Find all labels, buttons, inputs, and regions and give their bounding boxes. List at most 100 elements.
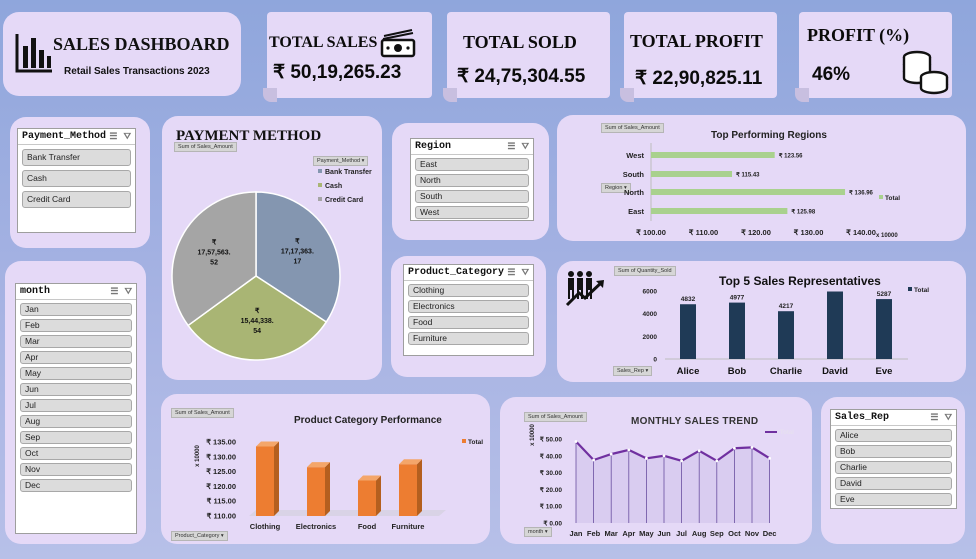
multi-select-icon[interactable]: ☰ (507, 268, 515, 278)
legend-label: Total (914, 287, 929, 294)
clear-filter-icon[interactable]: ⛛ (521, 142, 529, 152)
kpi-total-profit-value: ₹ 22,90,825.11 (635, 68, 763, 89)
slicer-header: Payment_Method ☰ ⛛ (18, 129, 135, 145)
slicer-item-month[interactable]: Jan (20, 303, 132, 316)
slicer-item-west[interactable]: West (415, 206, 529, 219)
sales-rep-slicer[interactable]: Sales_Rep ☰ ⛛ Alice Bob Charlie David Eve (830, 409, 957, 509)
trend-point (697, 449, 701, 453)
slicer-item-david[interactable]: David (835, 477, 952, 490)
region-data-label: ₹ 115.43 (736, 172, 760, 179)
slicer-item-electronics[interactable]: Electronics (408, 300, 529, 313)
category-label: Clothing (250, 522, 281, 531)
kpi-total-sold: TOTAL SOLD ₹ 24,75,304.55 (443, 12, 610, 102)
slicer-item-month[interactable]: Sep (20, 431, 132, 444)
month-slicer[interactable]: month ☰ ⛛ Jan Feb Mar Apr May Jun Jul Aug… (15, 283, 137, 534)
slicer-item-month[interactable]: Feb (20, 319, 132, 332)
slicer-item-eve[interactable]: Eve (835, 493, 952, 506)
category-bar (358, 480, 376, 516)
slicer-item-month[interactable]: Apr (20, 351, 132, 364)
slicer-item-furniture[interactable]: Furniture (408, 332, 529, 345)
slicer-item-charlie[interactable]: Charlie (835, 461, 952, 474)
slicer-item-credit-card[interactable]: Credit Card (22, 191, 131, 208)
panel-curl (620, 88, 634, 102)
slicer-item-month[interactable]: Jul (20, 399, 132, 412)
clear-filter-icon[interactable]: ⛛ (123, 132, 131, 142)
legend-swatch (318, 169, 322, 173)
region-category-label: West (626, 151, 644, 160)
slicer-item-month[interactable]: May (20, 367, 132, 380)
category-label: Food (358, 522, 377, 531)
multi-select-icon[interactable]: ☰ (507, 142, 515, 152)
trend-month-label: May (639, 529, 654, 538)
trend-month-label: Dec (763, 529, 777, 538)
dashboard-title: SALES DASHBOARD (53, 34, 230, 54)
category-tick-label: ₹ 125.00 (206, 467, 236, 476)
slicer-item-alice[interactable]: Alice (835, 429, 952, 442)
rep-category-label: Alice (677, 366, 700, 377)
category-tick-label: ₹ 120.00 (206, 482, 236, 491)
slicer-item-south[interactable]: South (415, 190, 529, 203)
slicer-title: Product_Category (408, 267, 505, 278)
slicer-item-food[interactable]: Food (408, 316, 529, 329)
trend-point (662, 454, 666, 458)
clear-filter-icon[interactable]: ⛛ (944, 413, 952, 423)
category-chart-panel: Sum of Sales_Amount Product Category Per… (161, 394, 490, 544)
region-data-label: ₹ 125.98 (791, 209, 815, 216)
legend-swatch (462, 439, 466, 443)
slicer-item-month[interactable]: Dec (20, 479, 132, 492)
slicer-item-cash[interactable]: Cash (22, 170, 131, 187)
dashboard-subtitle: Retail Sales Transactions 2023 (64, 66, 210, 77)
trend-point (680, 459, 683, 463)
trend-unit-label: x 10000 (530, 424, 536, 446)
region-tick-label: ₹ 120.00 (741, 228, 771, 237)
category-bar (256, 446, 274, 516)
trend-point (574, 440, 578, 443)
clear-filter-icon[interactable]: ⛛ (124, 287, 132, 297)
multi-select-icon[interactable]: ☰ (109, 132, 117, 142)
trend-month-label: Jan (570, 529, 583, 538)
rep-tick-label: 6000 (643, 289, 658, 296)
slicer-item-month[interactable]: Aug (20, 415, 132, 428)
slicer-item-bank-transfer[interactable]: Bank Transfer (22, 149, 131, 166)
slicer-item-month[interactable]: Mar (20, 335, 132, 348)
slicer-header: Sales_Rep ☰ ⛛ (831, 410, 956, 426)
legend-label: Cash (325, 183, 342, 190)
kpi-profit-pct-label: PROFIT (%) (807, 25, 910, 45)
region-slicer[interactable]: Region ☰ ⛛ East North South West (410, 138, 534, 221)
slicer-item-clothing[interactable]: Clothing (408, 284, 529, 297)
legend-label: Credit Card (325, 197, 363, 204)
payment-method-slicer[interactable]: Payment_Method ☰ ⛛ Bank Transfer Cash Cre… (17, 128, 136, 233)
category-bar-side (417, 459, 422, 516)
rep-bar (729, 302, 745, 359)
slicer-item-month[interactable]: Jun (20, 383, 132, 396)
pie-data-label: 15,44,338. (241, 318, 274, 325)
trend-month-label: Jul (676, 529, 687, 538)
multi-select-icon[interactable]: ☰ (930, 413, 938, 423)
payment-pie-chart: ₹17,17,363. 17 ₹15,44,338. 54 ₹17,57,563. 52 B… (171, 169, 372, 361)
trend-tick-label: ₹ 50.00 (540, 436, 563, 444)
product-category-slicer[interactable]: Product_Category ☰ ⛛ Clothing Electronics… (403, 264, 534, 356)
rep-bar (680, 304, 696, 359)
slicer-item-east[interactable]: East (415, 158, 529, 171)
rep-tick-label: 4000 (643, 311, 658, 318)
region-tick-label: ₹ 140.00 (846, 228, 876, 237)
legend-swatch (879, 195, 883, 199)
trend-line-chart: ₹ 0.00 ₹ 10.00 ₹ 20.00 ₹ 30.00 ₹ 40.00 ₹ 50.0… (530, 424, 794, 539)
rep-bar (827, 291, 843, 359)
trend-month-label: Apr (622, 529, 635, 538)
trend-point (750, 446, 754, 449)
kpi-total-sales-label: TOTAL SALES (269, 34, 378, 51)
legend-swatch (908, 287, 912, 291)
clear-filter-icon[interactable]: ⛛ (521, 268, 529, 278)
category-bar (399, 464, 417, 516)
slicer-item-month[interactable]: Nov (20, 463, 132, 476)
trend-month-label: Sep (710, 529, 724, 538)
legend-swatch (318, 197, 322, 201)
slicer-item-bob[interactable]: Bob (835, 445, 952, 458)
kpi-total-sales: TOTAL SALES ₹ 50,19,265.23 (263, 12, 432, 102)
slicer-item-month[interactable]: Oct (20, 447, 132, 460)
slicer-item-north[interactable]: North (415, 174, 529, 187)
multi-select-icon[interactable]: ☰ (110, 287, 118, 297)
category-slicer-panel: Product_Category ☰ ⛛ Clothing Electronics… (391, 256, 546, 377)
region-unit-label: x 10000 (876, 233, 898, 239)
